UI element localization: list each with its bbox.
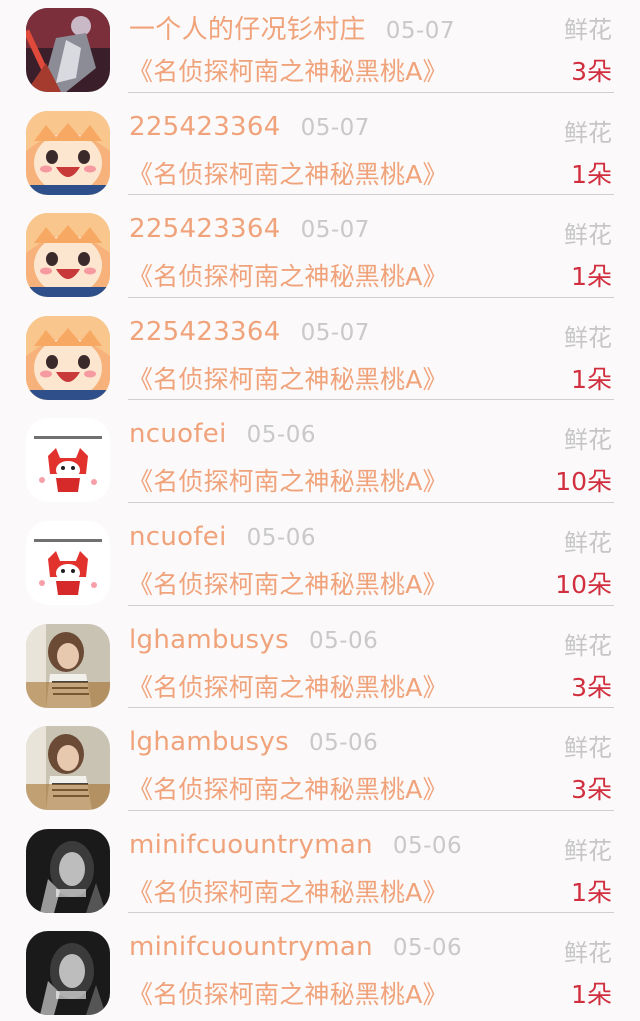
username[interactable]: 225423364 <box>129 214 281 244</box>
gift-count: 1朵 <box>571 877 612 907</box>
date: 05-06 <box>392 935 463 962</box>
username[interactable]: lghambusys <box>129 727 289 757</box>
date: 05-06 <box>308 730 379 757</box>
book-title[interactable]: 《名侦探柯南之神秘黑桃A》 <box>128 52 448 88</box>
gift-type: 鲜花 <box>564 118 612 147</box>
list-item[interactable]: ncuofei 05-06 《名侦探柯南之神秘黑桃A》 鲜花 10朵 <box>0 513 640 616</box>
list-item[interactable]: lghambusys 05-06 《名侦探柯南之神秘黑桃A》 鲜花 3朵 <box>0 616 640 719</box>
list-item[interactable]: minifcuountryman 05-06 《名侦探柯南之神秘黑桃A》 鲜花 … <box>0 923 640 1021</box>
divider <box>128 91 614 93</box>
gift-count: 3朵 <box>571 672 612 702</box>
username[interactable]: ncuofei <box>129 522 227 552</box>
book-title[interactable]: 《名侦探柯南之神秘黑桃A》 <box>128 257 448 293</box>
divider <box>128 194 614 196</box>
avatar[interactable] <box>26 828 110 913</box>
divider <box>128 912 614 914</box>
divider <box>128 501 614 503</box>
avatar[interactable] <box>26 8 110 92</box>
divider <box>128 809 614 811</box>
date: 05-06 <box>246 524 316 551</box>
gift-count: 3朵 <box>571 57 612 86</box>
avatar[interactable] <box>26 213 110 298</box>
username[interactable]: 225423364 <box>129 112 281 142</box>
avatar[interactable] <box>26 418 110 503</box>
list-item[interactable]: minifcuountryman 05-06 《名侦探柯南之神秘黑桃A》 鲜花 … <box>0 821 640 924</box>
gift-type: 鲜花 <box>564 323 612 352</box>
gift-type: 鲜花 <box>564 631 612 660</box>
gift-type: 鲜花 <box>564 836 612 865</box>
avatar[interactable] <box>26 931 110 1016</box>
divider <box>128 604 614 606</box>
gift-type: 鲜花 <box>564 528 612 557</box>
date: 05-06 <box>308 627 379 654</box>
date: 05-07 <box>300 217 370 244</box>
gift-type: 鲜花 <box>564 221 612 250</box>
date: 05-07 <box>300 114 370 141</box>
book-title[interactable]: 《名侦探柯南之神秘黑桃A》 <box>128 975 448 1011</box>
avatar[interactable] <box>26 110 110 195</box>
gift-type: 鲜花 <box>564 734 612 763</box>
book-title[interactable]: 《名侦探柯南之神秘黑桃A》 <box>128 565 448 601</box>
avatar[interactable] <box>26 726 110 811</box>
gift-record-list: 一个人的仔况钐村庄 05-07 《名侦探柯南之神秘黑桃A》 鲜花 3朵 2254 <box>0 0 640 1021</box>
gift-count: 1朵 <box>571 980 612 1010</box>
divider <box>128 399 614 401</box>
gift-type: 鲜花 <box>564 939 612 968</box>
gift-count: 1朵 <box>571 159 612 189</box>
username[interactable]: ncuofei <box>129 419 227 449</box>
divider <box>128 296 614 298</box>
book-title[interactable]: 《名侦探柯南之神秘黑桃A》 <box>128 770 448 806</box>
date: 05-06 <box>392 832 463 859</box>
book-title[interactable]: 《名侦探柯南之神秘黑桃A》 <box>128 155 448 191</box>
list-item[interactable]: 225423364 05-07 《名侦探柯南之神秘黑桃A》 鲜花 1朵 <box>0 308 640 411</box>
username[interactable]: minifcuountryman <box>129 830 373 860</box>
gift-count: 10朵 <box>555 467 612 497</box>
gift-type: 鲜花 <box>564 426 612 455</box>
gift-count: 3朵 <box>571 775 612 805</box>
avatar[interactable] <box>26 315 110 400</box>
list-item[interactable]: 225423364 05-07 《名侦探柯南之神秘黑桃A》 鲜花 1朵 <box>0 205 640 308</box>
date: 05-07 <box>300 319 370 346</box>
gift-count: 10朵 <box>555 569 612 599</box>
gift-type: 鲜花 <box>564 16 612 44</box>
username[interactable]: minifcuountryman <box>129 932 373 962</box>
username[interactable]: 225423364 <box>129 317 281 347</box>
book-title[interactable]: 《名侦探柯南之神秘黑桃A》 <box>128 360 448 396</box>
list-item[interactable]: lghambusys 05-06 《名侦探柯南之神秘黑桃A》 鲜花 3朵 <box>0 718 640 821</box>
gift-count: 1朵 <box>571 364 612 394</box>
list-item[interactable]: 一个人的仔况钐村庄 05-07 《名侦探柯南之神秘黑桃A》 鲜花 3朵 <box>0 0 640 103</box>
username[interactable]: lghambusys <box>129 625 289 655</box>
date: 05-06 <box>246 422 316 449</box>
avatar[interactable] <box>26 623 110 708</box>
gift-count: 1朵 <box>571 262 612 292</box>
avatar[interactable] <box>26 520 110 605</box>
list-item[interactable]: 225423364 05-07 《名侦探柯南之神秘黑桃A》 鲜花 1朵 <box>0 103 640 206</box>
username[interactable]: 一个人的仔况钐村庄 <box>129 9 366 46</box>
book-title[interactable]: 《名侦探柯南之神秘黑桃A》 <box>128 668 448 704</box>
book-title[interactable]: 《名侦探柯南之神秘黑桃A》 <box>128 873 448 909</box>
list-item[interactable]: ncuofei 05-06 《名侦探柯南之神秘黑桃A》 鲜花 10朵 <box>0 410 640 513</box>
book-title[interactable]: 《名侦探柯南之神秘黑桃A》 <box>128 462 448 498</box>
divider <box>128 707 614 709</box>
date: 05-07 <box>385 18 456 44</box>
